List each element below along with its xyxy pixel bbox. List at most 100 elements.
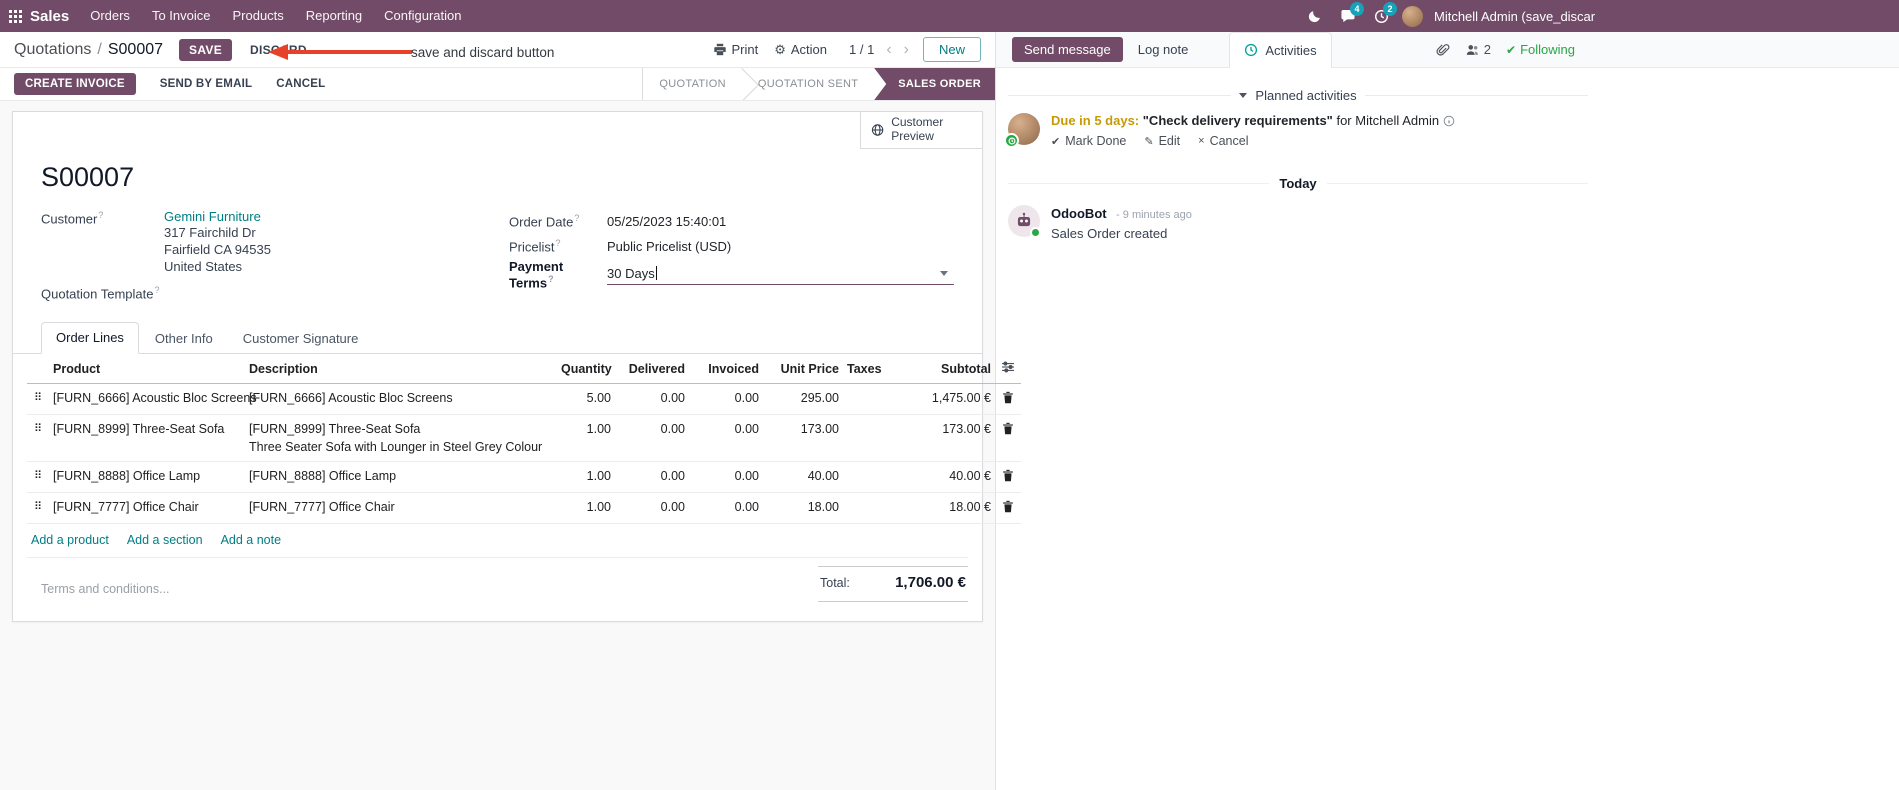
order-lines-table: Product Description Quantity Delivered I… (27, 354, 1021, 525)
mark-done-button[interactable]: ✔ Mark Done (1051, 134, 1126, 148)
message-author[interactable]: OdooBot (1051, 206, 1107, 221)
odoobot-avatar[interactable] (1008, 205, 1041, 239)
apps-grid-icon[interactable] (0, 9, 30, 23)
address-line-1: 317 Fairchild Dr (164, 225, 256, 240)
delete-row-icon[interactable] (995, 461, 1021, 494)
order-line-row[interactable]: ⠿ [FURN_8888] Office Lamp [FURN_8888] Of… (27, 461, 1021, 494)
menu-reporting[interactable]: Reporting (295, 0, 373, 32)
order-line-row[interactable]: ⠿ [FURN_7777] Office Chair [FURN_7777] O… (27, 492, 1021, 525)
tab-customer-signature[interactable]: Customer Signature (229, 324, 373, 354)
terms-and-conditions-placeholder[interactable]: Terms and conditions... (41, 566, 170, 596)
optional-columns-icon[interactable] (995, 354, 1021, 385)
following-button[interactable]: ✔ Following (1506, 42, 1575, 57)
check-icon: ✔ (1051, 135, 1061, 148)
total-label: Total: (820, 576, 850, 591)
messages-badge: 4 (1350, 2, 1364, 16)
tab-order-lines[interactable]: Order Lines (41, 322, 139, 355)
stage-sales-order[interactable]: SALES ORDER (874, 68, 995, 100)
menu-configuration[interactable]: Configuration (373, 0, 472, 32)
action-menu-button[interactable]: ⚙ Action (774, 42, 827, 58)
menu-to-invoice[interactable]: To Invoice (141, 0, 222, 32)
breadcrumb-quotations-link[interactable]: Quotations (14, 41, 91, 59)
create-invoice-button[interactable]: CREATE INVOICE (14, 73, 136, 95)
clock-icon (1245, 43, 1258, 57)
attachments-button[interactable] (1436, 42, 1450, 57)
user-name[interactable]: Mitchell Admin (save_discar (1434, 9, 1595, 24)
activities-badge: 2 (1383, 2, 1397, 16)
drag-handle-icon[interactable]: ⠿ (27, 492, 49, 525)
print-button[interactable]: Print (713, 42, 758, 57)
col-product[interactable]: Product (49, 354, 245, 385)
add-a-product-link[interactable]: Add a product (31, 533, 109, 547)
cancel-button[interactable]: CANCEL (276, 78, 325, 90)
dark-mode-moon-icon[interactable] (1303, 0, 1327, 32)
user-avatar[interactable] (1402, 5, 1423, 27)
pager-previous-icon[interactable]: ‹ (886, 41, 891, 58)
order-date-field[interactable]: 05/25/2023 15:40:01 (607, 214, 726, 229)
pager-counter: 1 / 1 (849, 42, 875, 57)
annotation-arrow (268, 44, 412, 60)
table-add-links: Add a product Add a section Add a note (27, 524, 968, 559)
pricelist-label: Pricelist? (509, 238, 561, 255)
col-unit-price[interactable]: Unit Price (763, 354, 843, 385)
stage-quotation[interactable]: QUOTATION (643, 68, 741, 100)
gear-icon: ⚙ (774, 41, 786, 57)
delete-row-icon[interactable] (995, 492, 1021, 525)
edit-activity-button[interactable]: ✎ Edit (1144, 134, 1180, 148)
save-button[interactable]: SAVE (179, 38, 233, 61)
followers-button[interactable]: 2 (1465, 42, 1491, 57)
followers-icon (1466, 44, 1478, 55)
delete-row-icon[interactable] (995, 383, 1021, 416)
order-line-row[interactable]: ⠿ [FURN_6666] Acoustic Bloc Screens [FUR… (27, 383, 1021, 416)
delete-row-icon[interactable] (995, 414, 1021, 463)
collapse-caret-icon (1239, 93, 1248, 98)
printer-icon (713, 43, 726, 56)
menu-orders[interactable]: Orders (79, 0, 141, 32)
send-by-email-button[interactable]: SEND BY EMAIL (160, 78, 252, 90)
payment-terms-input[interactable]: 30 Days (607, 265, 954, 285)
right-field-column: Order Date? 05/25/2023 15:40:01 Pricelis… (509, 209, 954, 301)
messages-icon[interactable]: 4 (1336, 0, 1364, 32)
new-button[interactable]: New (922, 37, 981, 62)
customer-link[interactable]: Gemini Furniture (164, 209, 261, 224)
statusbar: CREATE INVOICE SEND BY EMAIL CANCEL QUOT… (0, 68, 995, 101)
add-a-note-link[interactable]: Add a note (221, 533, 281, 547)
app-name[interactable]: Sales (30, 8, 69, 25)
col-description[interactable]: Description (245, 354, 557, 385)
status-pipeline: QUOTATION QUOTATION SENT SALES ORDER (642, 68, 995, 100)
send-message-button[interactable]: Send message (1012, 37, 1123, 62)
activities-clock-icon[interactable]: 2 (1369, 0, 1397, 32)
menu-products[interactable]: Products (221, 0, 294, 32)
col-invoiced[interactable]: Invoiced (689, 354, 763, 385)
form-view-area: Customer Preview S00007 Customer? Gemini… (0, 101, 1021, 790)
activity-assignee: for Mitchell Admin (1336, 113, 1440, 128)
dropdown-caret-icon[interactable] (940, 270, 948, 276)
address-line-3: United States (164, 259, 243, 274)
form-sheet: Customer Preview S00007 Customer? Gemini… (12, 111, 1021, 622)
planned-activities-header[interactable]: Planned activities (1008, 88, 1589, 103)
col-subtotal[interactable]: Subtotal (895, 354, 995, 385)
info-icon[interactable] (1443, 115, 1455, 127)
activities-tab[interactable]: Activities (1229, 32, 1332, 68)
payment-terms-label: Payment Terms? (509, 259, 564, 291)
cancel-activity-button[interactable]: × Cancel (1198, 134, 1248, 148)
drag-handle-icon[interactable]: ⠿ (27, 461, 49, 494)
chatter-message: OdooBot - 9 minutes ago Sales Order crea… (1008, 205, 1588, 241)
stage-quotation-sent[interactable]: QUOTATION SENT (742, 68, 874, 100)
online-status-dot (1030, 227, 1041, 239)
col-delivered[interactable]: Delivered (615, 354, 689, 385)
total-value: 1,706.00 € (895, 574, 966, 592)
pricelist-field[interactable]: Public Pricelist (USD) (607, 239, 731, 254)
col-quantity[interactable]: Quantity (557, 354, 615, 385)
drag-handle-icon[interactable]: ⠿ (27, 414, 49, 463)
order-line-row[interactable]: ⠿ [FURN_8999] Three-Seat Sofa [FURN_8999… (27, 414, 1021, 463)
pager-next-icon[interactable]: › (904, 41, 909, 58)
date-divider: Today (1008, 176, 1589, 191)
drag-handle-icon[interactable]: ⠿ (27, 383, 49, 416)
col-taxes[interactable]: Taxes (843, 354, 895, 385)
log-note-button[interactable]: Log note (1123, 32, 1204, 67)
add-a-section-link[interactable]: Add a section (127, 533, 203, 547)
customer-preview-button[interactable]: Customer Preview (860, 112, 982, 149)
activity-user-avatar[interactable] (1004, 113, 1040, 148)
tab-other-info[interactable]: Other Info (141, 324, 227, 354)
